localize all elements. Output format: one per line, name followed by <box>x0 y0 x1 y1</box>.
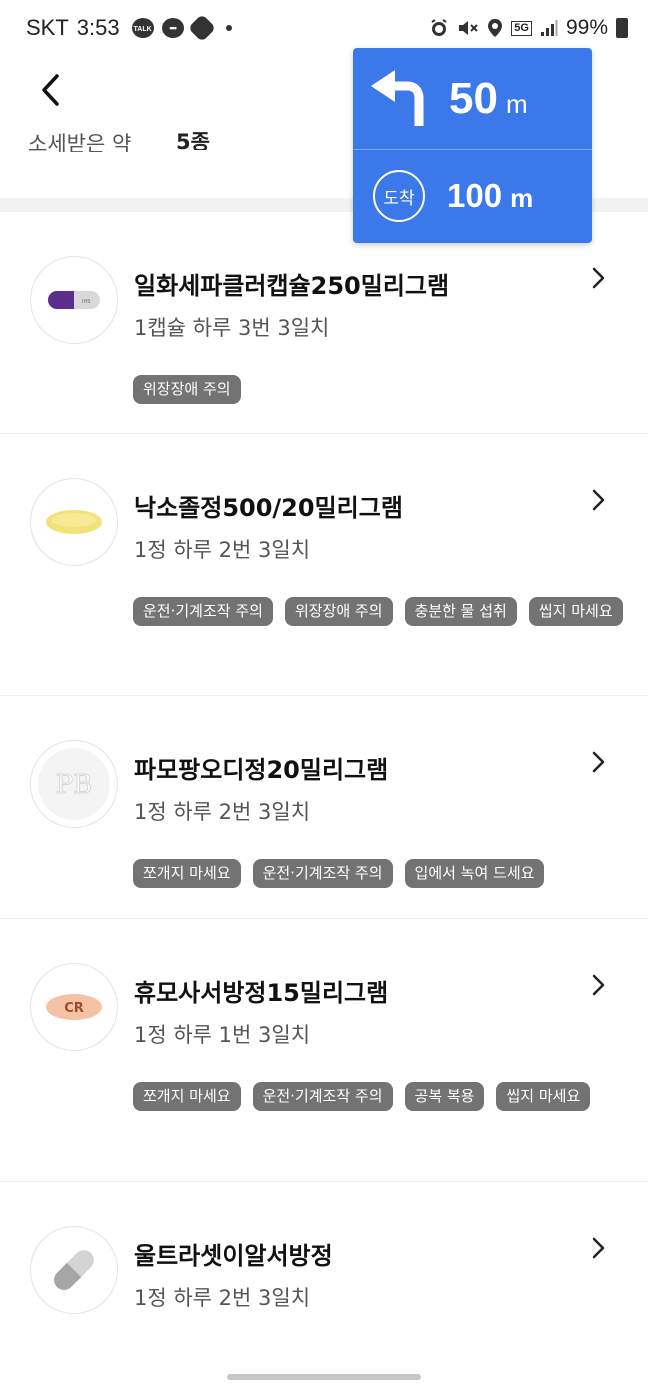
gesture-home-bar[interactable] <box>227 1374 421 1380</box>
talk-badge-label: TALK <box>133 25 152 33</box>
pill-image <box>30 1226 118 1314</box>
warning-tag: 씹지 마세요 <box>496 1082 591 1111</box>
alarm-icon <box>431 19 447 36</box>
list-item[interactable]: 울트라셋이알서방정 1정 하루 2번 3일치 <box>0 1182 648 1382</box>
next-turn-panel: 50 m <box>353 48 592 150</box>
message-icon <box>161 18 184 38</box>
svg-text:IHS: IHS <box>82 299 90 305</box>
drug-name: 낙소졸정500/20밀리그램 <box>134 494 403 522</box>
warning-tag: 운전·기계조작 주의 <box>133 597 273 626</box>
signal-icon <box>540 20 558 36</box>
warning-tags: 위장장애 주의 <box>133 375 628 404</box>
warning-tag: 쪼개지 마세요 <box>133 1082 241 1111</box>
drug-name: 일화세파클러캡슐250밀리그램 <box>134 272 450 300</box>
warning-tag: 운전·기계조작 주의 <box>252 1082 393 1111</box>
network-type-label: 5G <box>511 20 532 36</box>
pill-image: CR <box>30 963 118 1051</box>
chevron-right-icon[interactable] <box>588 1236 608 1260</box>
svg-text:PB: PB <box>56 770 93 800</box>
warning-tags: 쪼개지 마세요 운전·기계조작 주의 공복 복용 씹지 마세요 <box>133 1082 628 1111</box>
oval-tablet-icon: CR <box>46 994 102 1020</box>
oval-tablet-icon <box>46 510 102 534</box>
generic-capsule-icon <box>54 1250 94 1290</box>
battery-icon <box>616 18 628 38</box>
chevron-right-icon[interactable] <box>588 750 608 774</box>
chevron-left-icon <box>42 74 59 106</box>
pill-image <box>30 478 118 566</box>
kakaotalk-icon: TALK <box>131 18 154 38</box>
list-item[interactable]: PB 파모팡오디정20밀리그램 1정 하루 2번 3일치 쪼개지 마세요 운전·… <box>0 696 648 919</box>
warning-tag: 쪼개지 마세요 <box>133 859 241 888</box>
more-notifications-dot-icon <box>225 25 232 31</box>
battery-percent: 99% <box>565 16 608 39</box>
drug-name: 파모팡오디정20밀리그램 <box>134 756 389 784</box>
turn-distance: 50 <box>449 73 498 123</box>
warning-tags: 운전·기계조작 주의 위장장애 주의 충분한 물 섭취 씹지 마세요 <box>133 597 628 626</box>
pill-image: IHS <box>30 256 118 344</box>
back-button[interactable] <box>30 70 70 110</box>
drug-dosage: 1정 하루 2번 3일치 <box>134 538 311 562</box>
warning-tag: 위장장애 주의 <box>284 597 393 626</box>
clock-time: 3:53 <box>76 15 120 40</box>
chevron-right-icon[interactable] <box>588 488 608 512</box>
round-tablet-icon: PB <box>38 748 110 820</box>
list-item[interactable]: IHS 일화세파클러캡슐250밀리그램 1캡슐 하루 3번 3일치 위장장애 주… <box>0 212 648 434</box>
list-item[interactable]: 낙소졸정500/20밀리그램 1정 하루 2번 3일치 운전·기계조작 주의 위… <box>0 434 648 696</box>
carrier-label: SKT <box>26 15 69 40</box>
prescribed-drugs-count: 5종 <box>176 130 210 154</box>
drug-dosage: 1정 하루 2번 3일치 <box>134 1286 311 1310</box>
prescribed-drugs-label: 소세받은 약 <box>28 132 132 156</box>
drug-dosage: 1정 하루 1번 3일치 <box>134 1023 311 1047</box>
chevron-right-icon[interactable] <box>588 973 608 997</box>
warning-tag: 공복 복용 <box>404 1082 485 1111</box>
warning-tag: 씹지 마세요 <box>528 597 623 626</box>
location-icon <box>488 19 503 37</box>
turn-left-arrow-icon <box>371 69 424 126</box>
drug-dosage: 1캡슐 하루 3번 3일치 <box>134 316 330 340</box>
drug-name: 휴모사서방정15밀리그램 <box>134 979 389 1007</box>
turn-distance-unit: m <box>505 89 528 119</box>
list-item[interactable]: CR 휴모사서방정15밀리그램 1정 하루 1번 3일치 쪼개지 마세요 운전·… <box>0 919 648 1182</box>
pill-image: PB <box>30 740 118 828</box>
arrival-distance: 100 <box>447 177 503 214</box>
svg-text:CR: CR <box>64 1001 84 1016</box>
warning-tag: 위장장애 주의 <box>133 375 241 404</box>
drug-name: 울트라셋이알서방정 <box>134 1242 333 1270</box>
mute-icon <box>459 21 478 35</box>
navigation-app-icon <box>187 13 216 43</box>
capsule-icon: IHS <box>48 291 100 309</box>
warning-tag: 입에서 녹여 드세요 <box>404 859 545 888</box>
drug-list: IHS 일화세파클러캡슐250밀리그램 1캡슐 하루 3번 3일치 위장장애 주… <box>0 212 648 1382</box>
warning-tag: 운전·기계조작 주의 <box>252 859 393 888</box>
drug-dosage: 1정 하루 2번 3일치 <box>134 800 311 824</box>
chevron-right-icon[interactable] <box>588 266 608 290</box>
warning-tags: 쪼개지 마세요 운전·기계조작 주의 입에서 녹여 드세요 <box>133 859 628 888</box>
warning-tag: 충분한 물 섭취 <box>404 597 517 626</box>
arrival-distance-unit: m <box>510 182 534 213</box>
